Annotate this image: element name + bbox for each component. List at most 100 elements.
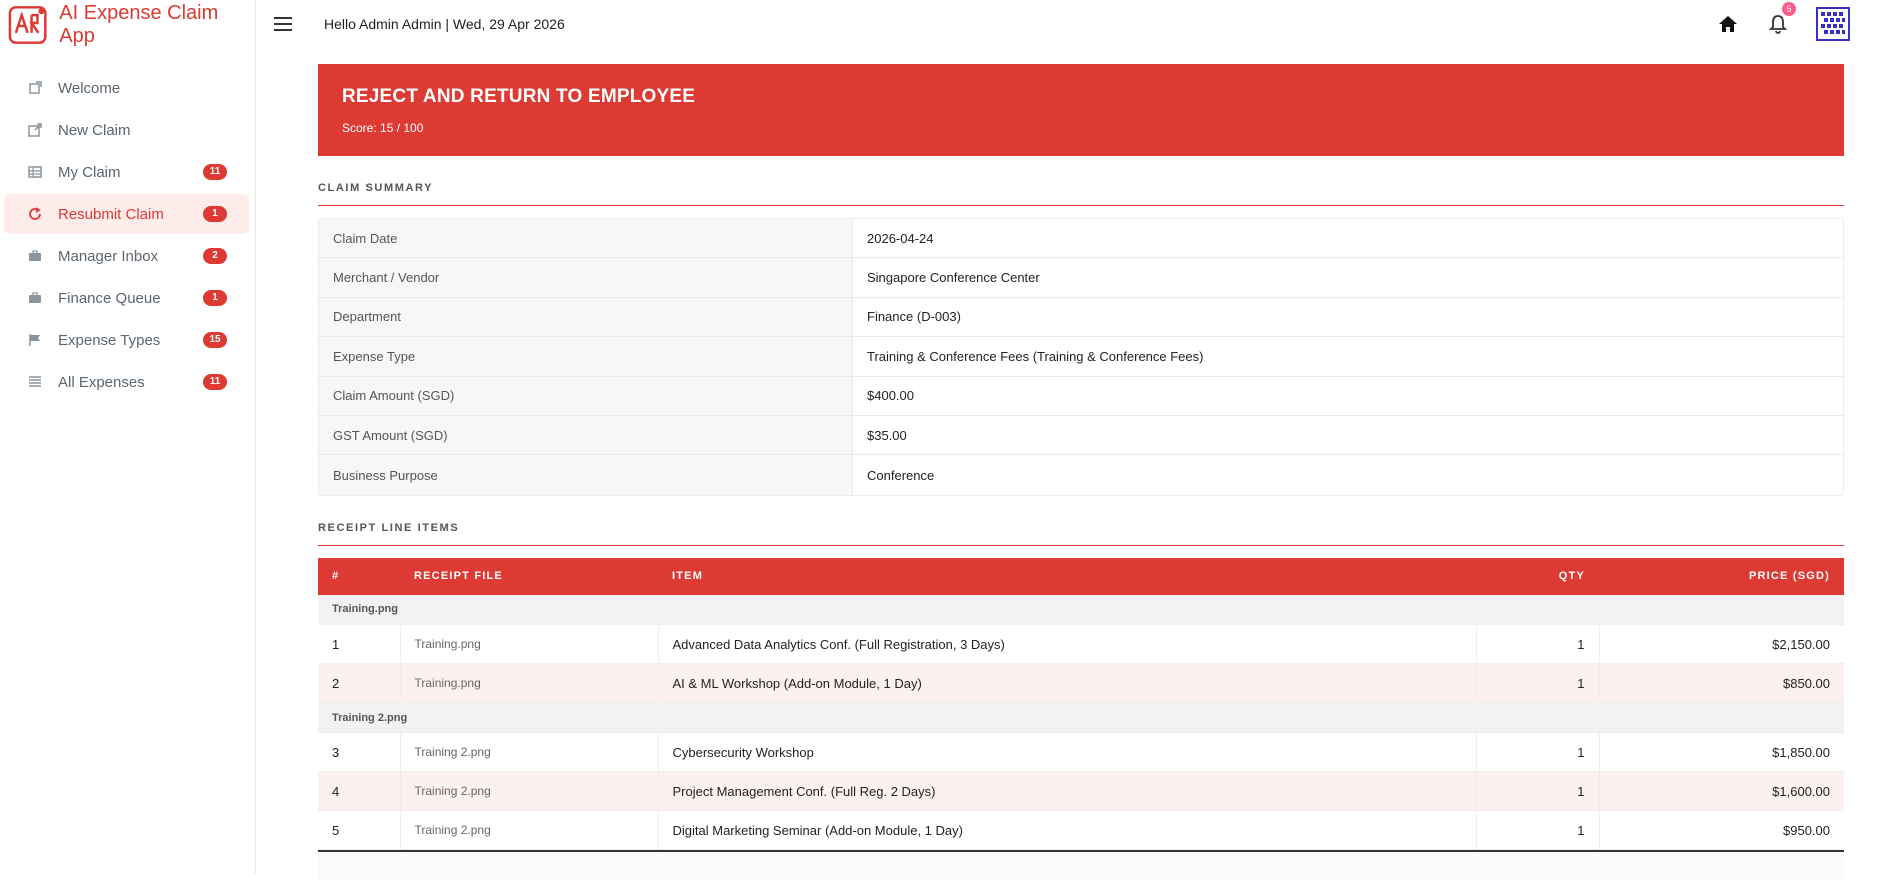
- main-content: REJECT AND RETURN TO EMPLOYEE Score: 15 …: [318, 64, 1844, 880]
- line-price: $2,150.00: [1599, 624, 1844, 665]
- claim-summary-table: Claim Date 2026-04-24 Merchant / Vendor …: [318, 218, 1844, 496]
- column-header-price: PRICE (SGD): [1599, 557, 1844, 595]
- sidebar-item-label: New Claim: [58, 121, 131, 139]
- count-badge: 1: [203, 206, 227, 222]
- receipt-group-name: Training.png: [318, 594, 1844, 626]
- summary-value: Finance (D-003): [867, 309, 961, 325]
- receipt-file: Training.png: [400, 663, 659, 704]
- summary-value: $35.00: [867, 427, 907, 443]
- line-item: Cybersecurity Workshop: [658, 732, 1477, 773]
- sidebar-nav: Welcome New Claim My Claim 11 Resubmit C…: [0, 68, 255, 402]
- line-item: AI & ML Workshop (Add-on Module, 1 Day): [658, 663, 1477, 704]
- line-price: $1,600.00: [1599, 771, 1844, 812]
- summary-label: Claim Date: [319, 219, 853, 258]
- receipt-items-table: # RECEIPT FILE ITEM QTY PRICE (SGD) Trai…: [318, 557, 1844, 851]
- list-icon: [26, 373, 44, 391]
- sidebar: AI Expense Claim App Welcome New Claim M…: [0, 0, 256, 874]
- receipt-file: Training.png: [400, 624, 659, 665]
- sidebar-item-label: Resubmit Claim: [58, 205, 164, 223]
- receipt-group-row: Training.png: [318, 594, 1844, 626]
- receipt-file: Training 2.png: [400, 732, 659, 773]
- refresh-icon: [26, 205, 44, 223]
- line-price: $950.00: [1599, 810, 1844, 851]
- sidebar-item-all-expenses[interactable]: All Expenses 11: [4, 362, 249, 402]
- table-total-divider: [318, 850, 1844, 880]
- sidebar-item-label: Manager Inbox: [58, 247, 159, 265]
- summary-row: Claim Amount (SGD) $400.00: [319, 376, 1843, 416]
- table-row: 5 Training 2.png Digital Marketing Semin…: [318, 810, 1844, 851]
- line-item: Project Management Conf. (Full Reg. 2 Da…: [658, 771, 1477, 812]
- briefcase-icon: [26, 247, 44, 265]
- summary-value: $400.00: [867, 388, 914, 404]
- summary-row: Merchant / Vendor Singapore Conference C…: [319, 258, 1843, 298]
- line-item: Advanced Data Analytics Conf. (Full Regi…: [658, 624, 1477, 665]
- summary-value: Conference: [867, 467, 935, 483]
- notification-bell-icon[interactable]: 5: [1766, 2, 1796, 36]
- menu-toggle-icon[interactable]: [274, 11, 300, 37]
- sidebar-item-label: All Expenses: [58, 373, 145, 391]
- table-row: 2 Training.png AI & ML Workshop (Add-on …: [318, 663, 1844, 704]
- avatar[interactable]: [1816, 7, 1850, 41]
- table-row: 3 Training 2.png Cybersecurity Workshop …: [318, 732, 1844, 773]
- summary-row: Department Finance (D-003): [319, 297, 1843, 338]
- receipt-file: Training 2.png: [400, 810, 659, 851]
- briefcase-icon: [26, 289, 44, 307]
- top-header: Hello Admin Admin | Wed, 29 Apr 2026 5: [256, 0, 1890, 48]
- line-price: $1,850.00: [1599, 732, 1844, 773]
- sidebar-item-manager-inbox[interactable]: Manager Inbox 2: [4, 236, 249, 276]
- table-row: 1 Training.png Advanced Data Analytics C…: [318, 624, 1844, 665]
- receipt-file: Training 2.png: [400, 771, 659, 812]
- summary-label: GST Amount (SGD): [319, 415, 853, 455]
- line-number: 2: [318, 663, 401, 704]
- line-number: 5: [318, 810, 401, 851]
- home-icon[interactable]: [1716, 12, 1740, 36]
- line-qty: 1: [1476, 624, 1600, 665]
- line-qty: 1: [1476, 771, 1600, 812]
- sidebar-item-finance-queue[interactable]: Finance Queue 1: [4, 278, 249, 318]
- table-row: 4 Training 2.png Project Management Conf…: [318, 771, 1844, 812]
- count-badge: 11: [203, 374, 227, 390]
- verdict-title: REJECT AND RETURN TO EMPLOYEE: [342, 86, 696, 107]
- summary-value: Singapore Conference Center: [867, 270, 1040, 286]
- summary-label: Department: [319, 297, 853, 337]
- sidebar-item-label: Finance Queue: [58, 289, 161, 307]
- sidebar-item-welcome[interactable]: Welcome: [4, 68, 249, 108]
- line-qty: 1: [1476, 732, 1600, 773]
- summary-row: Expense Type Training & Conference Fees …: [319, 337, 1843, 377]
- summary-label: Merchant / Vendor: [319, 258, 853, 297]
- summary-row: GST Amount (SGD) $35.00: [319, 415, 1843, 456]
- line-number: 4: [318, 771, 401, 812]
- summary-value: 2026-04-24: [867, 230, 934, 246]
- summary-value: Training & Conference Fees (Training & C…: [867, 348, 1204, 364]
- brand[interactable]: AI Expense Claim App: [0, 0, 255, 50]
- welcome-icon: [26, 79, 44, 97]
- line-qty: 1: [1476, 663, 1600, 704]
- column-header-number: #: [318, 557, 400, 595]
- summary-row: Business Purpose Conference: [319, 455, 1843, 495]
- table-header-row: # RECEIPT FILE ITEM QTY PRICE (SGD): [318, 557, 1844, 595]
- column-header-qty: QTY: [1476, 557, 1599, 595]
- line-qty: 1: [1476, 810, 1600, 851]
- line-number: 1: [318, 624, 401, 665]
- column-header-item: ITEM: [658, 557, 1476, 595]
- verdict-score: Score: 15 / 100: [342, 121, 424, 135]
- sidebar-item-new-claim[interactable]: New Claim: [4, 110, 249, 150]
- claim-summary-heading: CLAIM SUMMARY: [318, 182, 1844, 206]
- summary-label: Claim Amount (SGD): [319, 376, 853, 415]
- summary-label: Business Purpose: [319, 455, 853, 495]
- line-number: 3: [318, 732, 401, 773]
- app-title: AI Expense Claim App: [59, 2, 219, 47]
- sidebar-item-label: Welcome: [58, 79, 121, 97]
- summary-row: Claim Date 2026-04-24: [319, 219, 1843, 259]
- sidebar-item-expense-types[interactable]: Expense Types 15: [4, 320, 249, 360]
- receipt-group-name: Training 2.png: [318, 702, 1844, 734]
- receipt-line-items-heading: RECEIPT LINE ITEMS: [318, 522, 1844, 546]
- receipt-group-row: Training 2.png: [318, 702, 1844, 734]
- sidebar-item-my-claim[interactable]: My Claim 11: [4, 152, 249, 192]
- greeting-text: Hello Admin Admin | Wed, 29 Apr 2026: [324, 16, 565, 32]
- line-item: Digital Marketing Seminar (Add-on Module…: [658, 810, 1477, 851]
- sidebar-item-resubmit-claim[interactable]: Resubmit Claim 1: [4, 194, 249, 234]
- verdict-banner: REJECT AND RETURN TO EMPLOYEE Score: 15 …: [318, 64, 1844, 156]
- count-badge: 15: [203, 332, 227, 348]
- summary-label: Expense Type: [319, 337, 853, 376]
